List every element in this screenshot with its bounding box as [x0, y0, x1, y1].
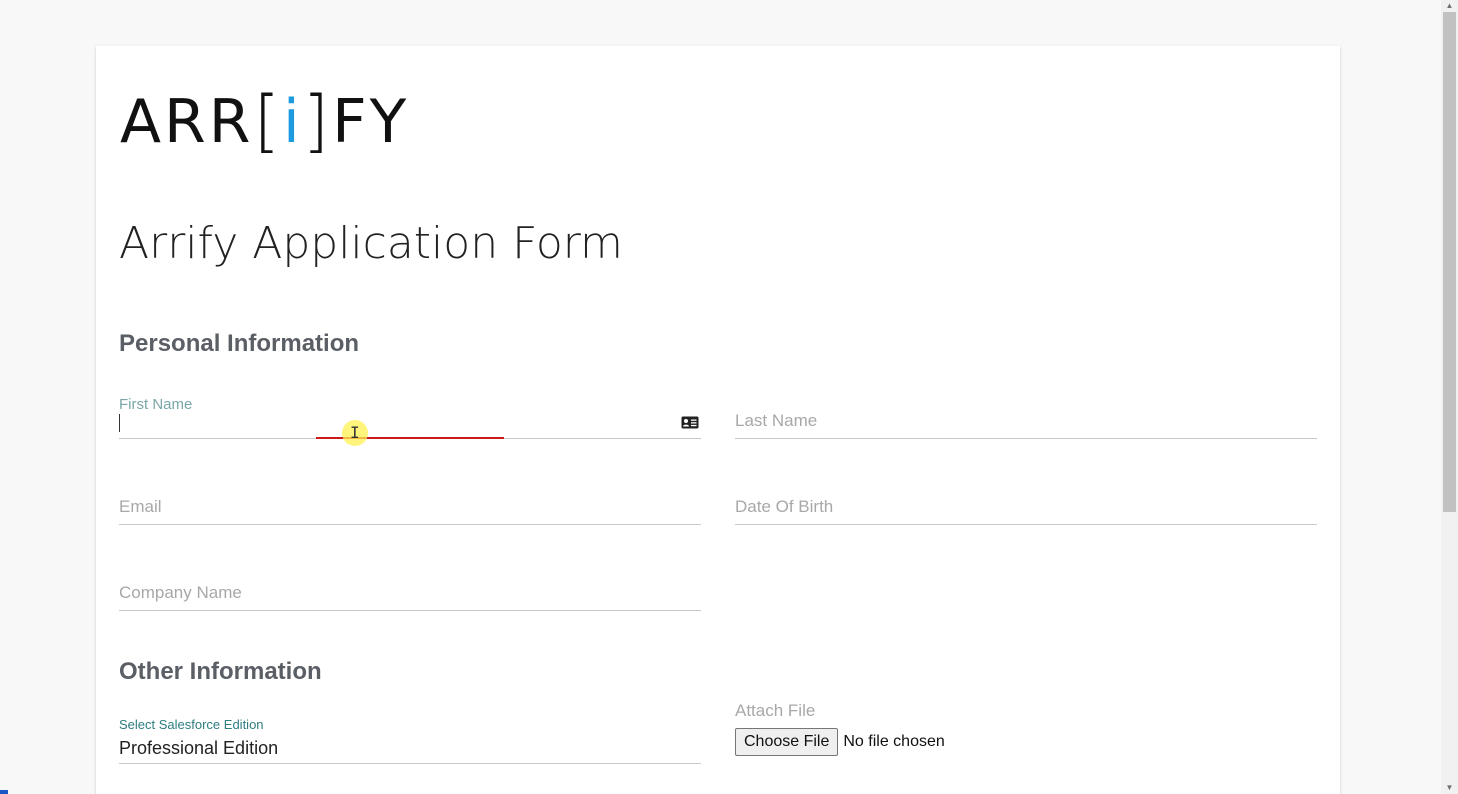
text-caret: [119, 414, 120, 432]
attach-file-label: Attach File: [735, 701, 816, 720]
contact-card-icon[interactable]: [681, 416, 699, 429]
salesforce-edition-label: Select Salesforce Edition: [119, 717, 264, 732]
section-title-other: Other Information: [119, 658, 322, 685]
last-name-placeholder: Last Name: [735, 411, 818, 430]
email-placeholder: Email: [119, 497, 162, 516]
date-of-birth-field[interactable]: Date Of Birth: [735, 488, 1317, 525]
choose-file-button[interactable]: Choose File: [735, 728, 839, 756]
page: ARR[i] FY Arrify Application Form Persona…: [0, 0, 1458, 794]
last-name-field[interactable]: Last Name: [735, 402, 1317, 439]
first-name-field[interactable]: First Name: [119, 396, 701, 439]
company-name-field[interactable]: Company Name: [119, 574, 701, 611]
logo-close-bracket: ]: [302, 82, 333, 161]
email-field[interactable]: Email: [119, 488, 701, 525]
first-name-label: First Name: [119, 396, 193, 413]
logo-open-bracket: [: [253, 82, 283, 161]
corner-indicator: [0, 790, 8, 794]
application-form-card: ARR[i] FY Arrify Application Form Persona…: [96, 46, 1340, 794]
scrollbar-thumb[interactable]: [1443, 12, 1456, 512]
salesforce-edition-select[interactable]: Select Salesforce Edition Professional E…: [119, 717, 701, 764]
logo-letter-i: i: [282, 87, 303, 157]
file-input[interactable]: Choose File No file chosen: [735, 728, 945, 756]
page-title: Arrify Application Form: [119, 218, 623, 269]
section-title-personal: Personal Information: [119, 330, 360, 357]
logo-text-fy: FY: [332, 87, 410, 157]
vertical-scrollbar[interactable]: ▲ ▼: [1441, 0, 1458, 794]
scroll-up-icon[interactable]: ▲: [1441, 0, 1458, 12]
no-file-chosen-text: No file chosen: [843, 733, 945, 750]
focus-underline: [316, 437, 504, 439]
company-name-placeholder: Company Name: [119, 583, 242, 602]
salesforce-edition-value: Professional Edition: [119, 738, 279, 758]
date-of-birth-placeholder: Date Of Birth: [735, 497, 834, 516]
scroll-down-icon[interactable]: ▼: [1441, 782, 1458, 794]
logo-text-arr: ARR: [120, 87, 254, 157]
arrify-logo: ARR[i] FY: [120, 86, 409, 158]
